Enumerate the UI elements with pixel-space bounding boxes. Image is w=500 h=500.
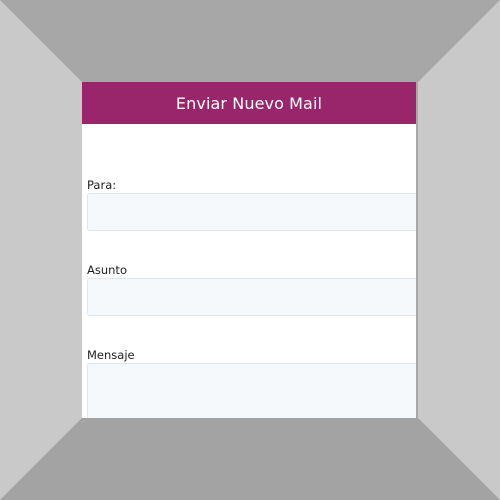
new-mail-dialog: Enviar Nuevo Mail Para: Asunto Mensaje <box>82 82 416 418</box>
message-textarea[interactable] <box>87 363 416 418</box>
dialog-header: Enviar Nuevo Mail <box>82 82 416 124</box>
subject-label: Asunto <box>87 263 127 277</box>
subject-input[interactable] <box>87 278 416 316</box>
right-wall <box>418 0 500 500</box>
floor <box>0 418 500 500</box>
top-wall <box>0 0 500 82</box>
dialog-title: Enviar Nuevo Mail <box>175 93 323 113</box>
to-input[interactable] <box>87 193 416 231</box>
to-label: Para: <box>87 178 117 192</box>
message-label: Mensaje <box>87 348 135 362</box>
left-wall <box>0 0 82 500</box>
